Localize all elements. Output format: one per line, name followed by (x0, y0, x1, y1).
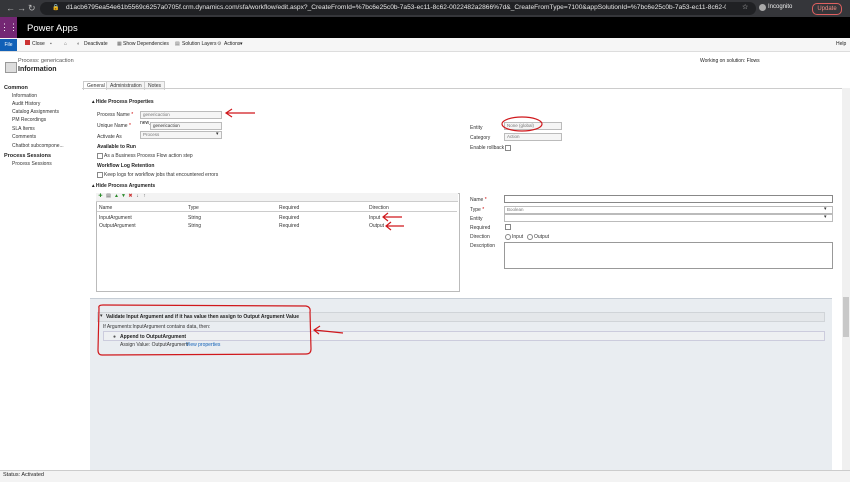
annotation-arrow-step (312, 325, 344, 335)
annotation-arrow-output (385, 221, 404, 231)
annotation-circle-entity (501, 116, 543, 132)
annotation-overlay (97, 108, 543, 356)
annotation-arrow-process-name (224, 108, 255, 118)
annotation-arrow-input (382, 212, 402, 222)
annotation-box-step (97, 304, 312, 356)
